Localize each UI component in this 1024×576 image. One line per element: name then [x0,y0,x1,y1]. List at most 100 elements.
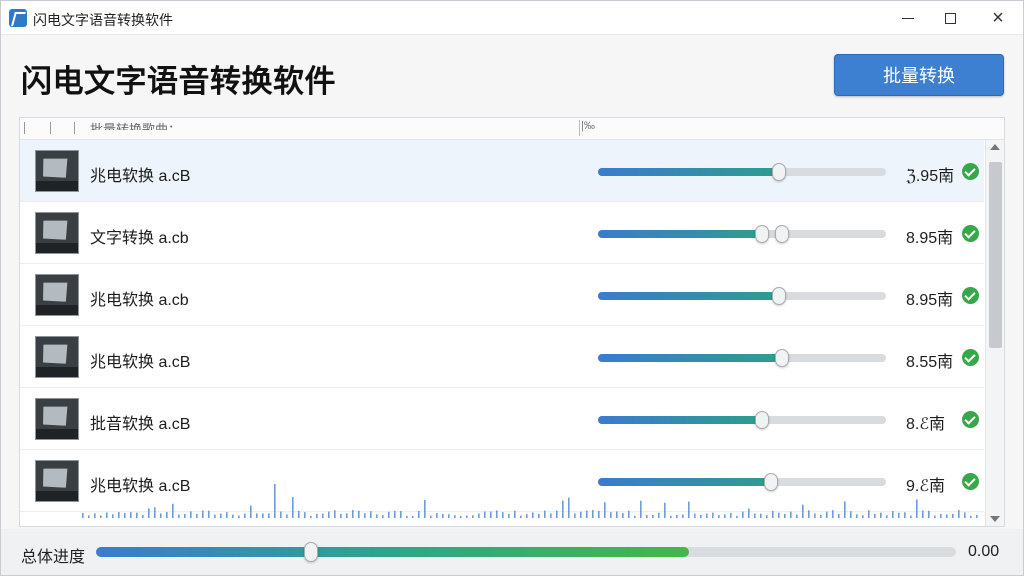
progress-fill [598,416,763,424]
waveform-bar [826,511,828,518]
waveform-bar [640,500,642,518]
waveform-bar [208,510,210,518]
check-circle-icon [962,163,979,180]
list-item[interactable]: 兆电软换 a.cB ℨ.95南 [20,140,984,202]
maximize-button[interactable] [927,1,973,35]
waveform-bar [724,514,726,518]
total-progress-bar[interactable] [96,542,956,562]
waveform-bar [328,511,330,518]
waveform-bar [610,512,612,518]
scroll-up-icon[interactable] [990,144,1000,150]
title-bar: 闪电文字语音转换软件 × [1,1,1023,35]
waveform-bar [964,512,966,518]
waveform-bar [460,515,462,518]
close-button[interactable]: × [975,1,1021,35]
waveform-bar [448,514,450,518]
waveform-bar [910,515,912,518]
maximize-icon [944,12,956,24]
waveform-bar [634,515,636,518]
batch-convert-button[interactable]: 批量转换 [834,54,1004,96]
waveform-bar [418,511,420,518]
waveform-bar [646,515,648,518]
conversion-progress-bar[interactable] [598,349,886,367]
list-header: 批量转换歌曲： |‰ [20,118,1004,140]
waveform-bar [736,515,738,518]
waveform-bar [112,514,114,518]
column-divider [50,122,51,134]
name-column-header[interactable]: 批量转换歌曲： [90,119,181,130]
waveform-bar [766,515,768,518]
column-divider[interactable] [579,120,580,136]
scroll-thumb[interactable] [989,162,1002,348]
list-item[interactable]: 兆电软换 a.cb 8.95南 [20,264,984,326]
check-circle-icon [962,287,979,304]
progress-knob[interactable] [755,225,770,243]
progress-knob[interactable] [775,349,790,367]
list-item[interactable]: 兆电软换 a.cB 8.55南 [20,326,984,388]
waveform-bar [688,501,690,518]
file-size: 8.95南 [906,292,954,309]
waveform-bar [544,510,546,518]
waveform-bar [850,511,852,518]
waveform-bar [814,513,816,518]
check-circle-icon [962,225,979,242]
progress-knob[interactable] [772,287,787,305]
waveform-bar [88,515,90,518]
waveform-bar [250,505,252,518]
progress-column-header[interactable]: |‰ [581,120,595,132]
waveform-bar [514,510,516,518]
waveform-bar [838,513,840,518]
waveform-bar [754,513,756,518]
waveform-bar [382,515,384,518]
waveform-bar [868,510,870,518]
waveform-bar [394,510,396,518]
audio-thumbnail-icon [35,212,79,254]
waveform-bar [526,514,528,518]
conversion-progress-bar[interactable] [598,287,886,305]
waveform-bar [352,510,354,518]
waveform-bar [292,497,294,518]
waveform-bar [202,510,204,518]
progress-knob[interactable] [755,411,770,429]
conversion-progress-bar[interactable] [598,411,886,429]
waveform-bar [184,514,186,518]
progress-fill [598,168,780,176]
waveform-bar [874,513,876,518]
total-progress-knob[interactable] [304,542,318,562]
waveform-bar [304,512,306,518]
audio-thumbnail-icon [35,274,79,316]
waveform-bar [784,513,786,518]
waveform-bar [778,512,780,518]
audio-waveform [82,484,978,518]
list-item[interactable]: 文字转换 a.cb 8.95南 [20,202,984,264]
waveform-bar [952,513,954,518]
progress-knob-secondary[interactable] [775,225,790,243]
conversion-progress-bar[interactable] [598,225,886,243]
scroll-down-icon[interactable] [990,516,1000,522]
waveform-bar [268,513,270,518]
waveform-bar [190,511,192,518]
waveform-bar [712,512,714,518]
waveform-bar [730,512,732,518]
waveform-bar [682,514,684,518]
waveform-bar [130,511,132,518]
waveform-bar [946,514,948,518]
waveform-bar [790,511,792,518]
waveform-bar [154,507,156,518]
minimize-button[interactable] [885,1,931,35]
vertical-scrollbar[interactable] [985,140,1004,526]
waveform-bar [700,514,702,518]
waveform-bar [832,510,834,518]
progress-knob[interactable] [772,163,787,181]
list-item[interactable]: 批音软换 a.cB 8.ℰ南 [20,388,984,450]
waveform-bar [616,511,618,518]
conversion-progress-bar[interactable] [598,163,886,181]
waveform-bar [244,513,246,518]
waveform-bar [742,511,744,518]
waveform-bar [478,513,480,518]
waveform-bar [976,515,978,518]
waveform-bar [280,511,282,518]
waveform-bar [310,515,312,518]
waveform-bar [550,513,552,518]
page-title: 闪电文字语音转换软件 [21,64,336,99]
